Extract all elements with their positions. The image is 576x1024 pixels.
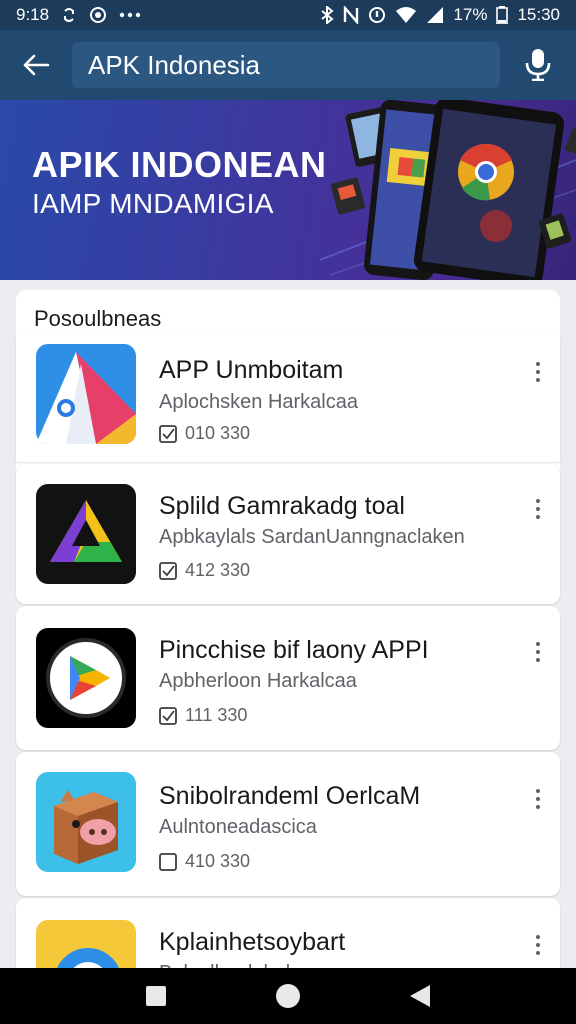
app-developer: Aplochsken Harkalcaa [159,391,358,413]
checkbox-icon [159,424,177,443]
wifi-icon [396,7,417,23]
search-input[interactable]: APK Indonesia [72,42,500,88]
list-item[interactable]: Snibolrandeml OerlcaM Aulntoneadascica 4… [16,752,560,896]
app-name: Kplainhetsoybart [159,928,346,956]
checkbox-icon [159,706,177,725]
app-developer: Apbherloon Harkalcaa [159,670,357,692]
downloads-count: 111 330 [185,705,248,725]
more-notifications-icon [119,12,141,18]
list-item[interactable]: Splild Gamrakadg toal Apbkaylals SardanU… [16,464,560,604]
list-item[interactable]: Pincchise bif laony APPI Apbherloon Hark… [16,606,560,750]
search-query: APK Indonesia [88,49,261,80]
microphone-icon [525,49,551,81]
play-store-icon [36,628,136,728]
app-developer: Aulntoneadascica [159,816,317,838]
promo-banner[interactable]: APIK INDONEAN IAMP MNDAMIGIA [0,100,576,280]
app-downloads: 410 330 [159,851,250,872]
app-downloads: 010 330 [159,423,250,444]
list-item[interactable]: APP Unmboitam Aplochsken Harkalcaa 010 3… [16,336,560,462]
voice-search-button[interactable] [500,30,576,100]
sync-icon [64,8,75,22]
system-nav-bar [0,968,576,1024]
section-title: Posoulbneas [34,306,162,331]
checkbox-icon [159,561,177,580]
banner-subtitle: IAMP MNDAMIGIA [32,188,274,219]
more-vert-icon[interactable] [530,637,546,667]
app-downloads: 412 330 [159,560,250,581]
arrow-left-icon [23,54,50,76]
app-icon [36,484,136,584]
downloads-count: 010 330 [185,423,251,443]
phones-illustration [320,100,576,280]
downloads-count: 410 330 [185,851,251,871]
checkbox-icon [159,852,177,871]
app-name: Pincchise bif laony APPI [159,636,429,664]
no-signal-icon [344,6,359,24]
app-name: APP Unmboitam [159,356,344,384]
app-icon [36,628,136,728]
more-vert-icon[interactable] [530,930,546,960]
recents-icon[interactable] [144,984,168,1008]
more-vert-icon[interactable] [530,494,546,524]
status-time: 9:18 [16,5,50,24]
cell-signal-icon [427,7,444,23]
status-bar: 9:18 17% 15:30 [0,0,576,30]
app-name: Snibolrandeml OerlcaM [159,782,421,810]
banner-title: APIK INDONEAN [32,144,327,185]
pig-box-icon [36,772,136,872]
app-bar: APK Indonesia [0,30,576,100]
app-icon [36,344,136,444]
downloads-count: 412 330 [185,560,251,580]
app-downloads: 111 330 [159,705,247,726]
status-clock: 15:30 [517,5,560,24]
more-vert-icon[interactable] [530,357,546,387]
back-button[interactable] [0,30,72,100]
do-not-disturb-icon [369,7,386,23]
app-name: Splild Gamrakadg toal [159,492,405,520]
battery-percent: 17% [453,5,488,24]
battery-icon [496,6,509,24]
back-icon[interactable] [408,983,432,1009]
app-developer: Apbkaylals SardanUanngnaclaken [159,526,465,548]
triangle-logo-icon [36,344,136,444]
prism-triangle-icon [36,484,136,584]
more-vert-icon[interactable] [530,784,546,814]
record-icon [90,7,107,23]
bluetooth-icon [321,6,335,24]
app-icon [36,772,136,872]
home-icon[interactable] [275,983,301,1009]
